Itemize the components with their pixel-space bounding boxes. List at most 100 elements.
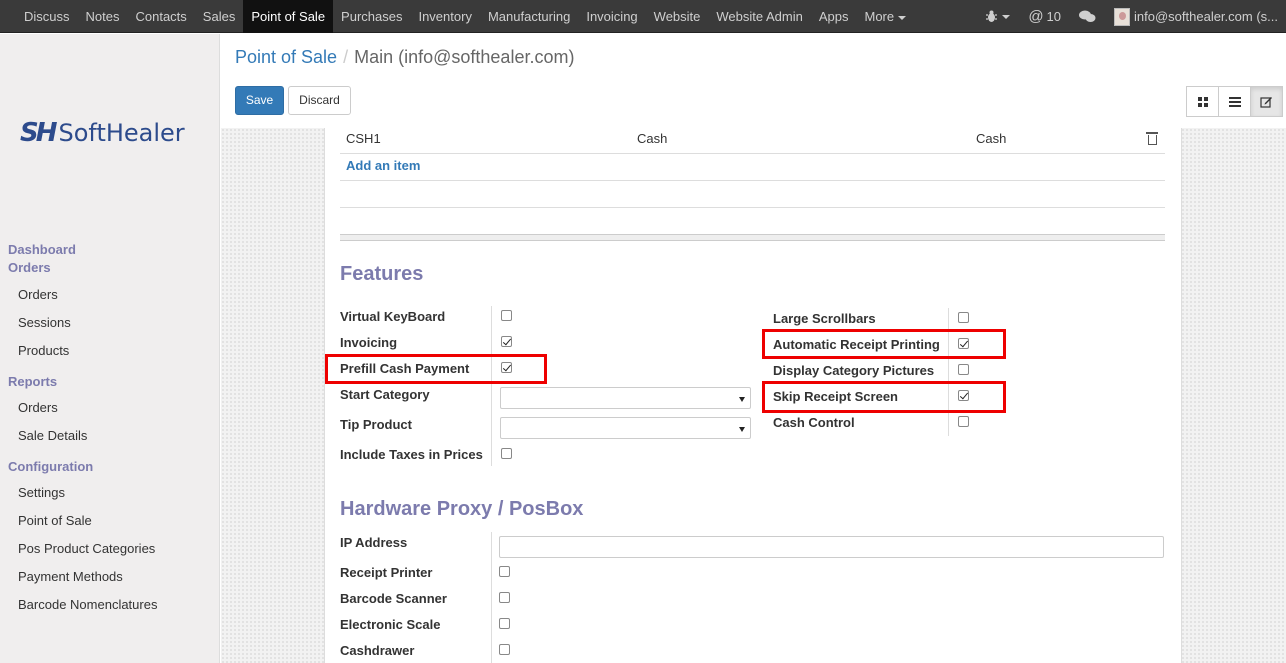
sidebar-section-orders: Orders — [8, 260, 51, 275]
menu-manufacturing[interactable]: Manufacturing — [480, 0, 578, 33]
menu-sales[interactable]: Sales — [195, 0, 244, 33]
sidebar-item-barcode-nomenclatures[interactable]: Barcode Nomenclatures — [18, 597, 157, 612]
list-icon — [1228, 96, 1241, 107]
category-pictures-checkbox[interactable] — [958, 364, 969, 375]
sidebar-item-sessions[interactable]: Sessions — [18, 315, 71, 330]
menu-inventory[interactable]: Inventory — [410, 0, 479, 33]
left-sidebar: SH SoftHealer Dashboard Orders Orders Se… — [0, 34, 220, 663]
separator — [340, 234, 1165, 241]
view-switcher — [1186, 86, 1283, 117]
electronic-scale-checkbox[interactable] — [499, 618, 510, 629]
menu-discuss[interactable]: Discuss — [16, 0, 78, 33]
menu-notes[interactable]: Notes — [78, 0, 128, 33]
at-icon: @ — [1028, 8, 1044, 25]
breadcrumb: Point of Sale / Main (info@softhealer.com) — [235, 47, 574, 68]
sidebar-item-pos-product-categories[interactable]: Pos Product Categories — [18, 541, 155, 556]
journal-name: CSH1 — [346, 131, 381, 146]
sidebar-item-products[interactable]: Products — [18, 343, 69, 358]
chevron-down-icon — [898, 15, 907, 20]
list-view-button[interactable] — [1218, 86, 1251, 117]
journal-type: Cash — [637, 131, 668, 146]
menu-invoicing[interactable]: Invoicing — [578, 0, 645, 33]
save-button[interactable]: Save — [235, 86, 284, 115]
features-title: Features — [340, 263, 424, 285]
mentions-count: 10 — [1046, 9, 1062, 24]
kanban-view-button[interactable] — [1186, 86, 1219, 117]
breadcrumb-parent[interactable]: Point of Sale — [235, 47, 337, 67]
company-logo: SH SoftHealer — [20, 118, 185, 148]
cashdrawer-checkbox[interactable] — [499, 644, 510, 655]
include-taxes-label: Include Taxes in Prices — [340, 447, 483, 462]
edit-icon — [1260, 97, 1272, 108]
mentions-menu[interactable]: @ 10 — [1019, 0, 1070, 33]
menu-website[interactable]: Website — [646, 0, 709, 33]
avatar — [1114, 7, 1131, 26]
logo-text: SoftHealer — [58, 119, 185, 147]
virtual-keyboard-checkbox[interactable] — [501, 310, 512, 321]
category-pictures-label: Display Category Pictures — [773, 363, 935, 378]
bug-icon — [986, 10, 998, 22]
tip-product-select[interactable] — [500, 417, 751, 439]
highlight-auto-receipt — [762, 329, 1006, 359]
highlight-skip-receipt — [762, 381, 1006, 413]
top-navbar: Discuss Notes Contacts Sales Point of Sa… — [0, 0, 1286, 33]
sidebar-item-settings[interactable]: Settings — [18, 485, 65, 500]
systray: @ 10 info@softhealer.com (s... — [976, 0, 1286, 33]
hardware-title: Hardware Proxy / PosBox — [340, 498, 584, 520]
row-divider — [340, 207, 1165, 208]
menu-purchases[interactable]: Purchases — [333, 0, 410, 33]
large-scrollbars-checkbox[interactable] — [958, 312, 969, 323]
highlight-prefill-cash — [325, 354, 547, 384]
label-divider — [948, 308, 949, 436]
menu-contacts[interactable]: Contacts — [127, 0, 194, 33]
menu-website-admin[interactable]: Website Admin — [708, 0, 810, 33]
electronic-scale-label: Electronic Scale — [340, 617, 441, 632]
row-divider — [340, 153, 1165, 154]
ip-address-label: IP Address — [340, 535, 408, 550]
invoicing-checkbox[interactable] — [501, 336, 512, 347]
large-scrollbars-label: Large Scrollbars — [773, 311, 876, 326]
menu-more-label: More — [864, 9, 895, 24]
barcode-scanner-checkbox[interactable] — [499, 592, 510, 603]
tip-product-label: Tip Product — [340, 417, 412, 432]
chevron-down-icon — [1002, 14, 1011, 19]
sidebar-dashboard[interactable]: Dashboard — [8, 242, 76, 257]
breadcrumb-separator: / — [343, 47, 349, 67]
include-taxes-checkbox[interactable] — [501, 448, 512, 459]
receipt-printer-label: Receipt Printer — [340, 565, 433, 580]
logo-mark: SH — [20, 118, 57, 148]
menu-point-of-sale[interactable]: Point of Sale — [243, 0, 334, 33]
add-item-link[interactable]: Add an item — [346, 158, 420, 173]
sidebar-item-orders[interactable]: Orders — [18, 287, 58, 302]
user-email: info@softhealer.com (s... — [1134, 9, 1278, 24]
messages-menu[interactable] — [1070, 0, 1105, 33]
user-menu[interactable]: info@softhealer.com (s... — [1105, 0, 1286, 33]
cash-control-checkbox[interactable] — [958, 416, 969, 427]
sidebar-item-report-orders[interactable]: Orders — [18, 400, 58, 415]
trash-icon[interactable] — [1146, 132, 1158, 145]
receipt-printer-checkbox[interactable] — [499, 566, 510, 577]
sidebar-item-payment-methods[interactable]: Payment Methods — [18, 569, 123, 584]
start-category-select[interactable] — [500, 387, 751, 409]
start-category-label: Start Category — [340, 387, 430, 402]
sidebar-item-sale-details[interactable]: Sale Details — [18, 428, 87, 443]
cashdrawer-label: Cashdrawer — [340, 643, 415, 658]
virtual-keyboard-label: Virtual KeyBoard — [340, 309, 446, 324]
discard-button[interactable]: Discard — [288, 86, 351, 115]
menu-more[interactable]: More — [857, 0, 915, 33]
grid-icon — [1197, 96, 1208, 107]
form-view-button[interactable] — [1250, 86, 1283, 117]
ip-address-input[interactable] — [499, 536, 1164, 558]
invoicing-label: Invoicing — [340, 335, 398, 350]
menu-apps[interactable]: Apps — [811, 0, 857, 33]
label-divider — [491, 306, 492, 466]
debug-menu[interactable] — [976, 0, 1019, 33]
sidebar-item-point-of-sale[interactable]: Point of Sale — [18, 513, 92, 528]
cash-control-label: Cash Control — [773, 415, 855, 430]
chat-icon — [1079, 10, 1096, 22]
journal-method: Cash — [976, 131, 1007, 146]
barcode-scanner-label: Barcode Scanner — [340, 591, 447, 606]
app-menu: Discuss Notes Contacts Sales Point of Sa… — [16, 0, 914, 33]
page-title: Main (info@softhealer.com) — [354, 47, 575, 67]
sidebar-section-configuration: Configuration — [8, 459, 94, 474]
